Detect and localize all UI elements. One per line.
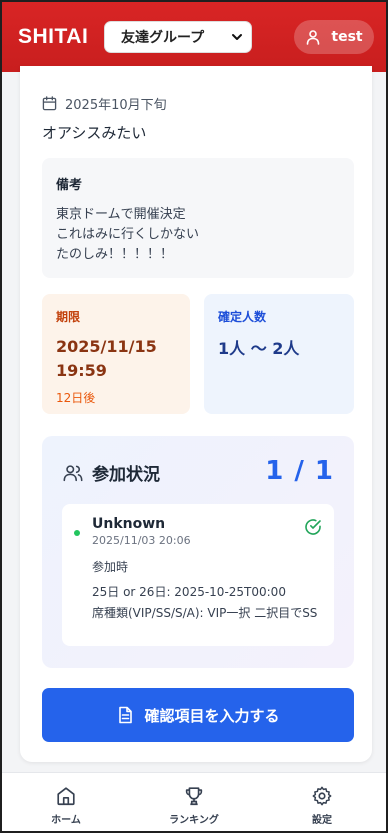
app-frame: SHITAI 友達グループ test 2025年10月下旬 オアシスみたい 備考… [0, 0, 388, 833]
notes-label: 備考 [56, 178, 83, 193]
participation-count: 1 / 1 [265, 456, 334, 486]
event-date: 2025年10月下旬 [65, 98, 167, 113]
user-icon [307, 30, 320, 45]
deadline-label: 期限 [56, 310, 81, 324]
nav-home-label: ホーム [51, 815, 81, 826]
member-timestamp: 2025/11/03 20:06 [92, 534, 191, 547]
nav-home[interactable]: ホーム [2, 773, 130, 831]
confirmed-count-label: 確定人数 [218, 310, 267, 324]
user-name: test [331, 29, 363, 45]
deadline-relative: 12日後 [56, 391, 96, 405]
member-answer: 席種類(VIP/SS/S/A): VIP一択 二択目でSS [92, 606, 318, 620]
app-header: SHITAI 友達グループ test [2, 2, 386, 72]
notes-line: 東京ドームで開催決定 [56, 207, 186, 222]
check-circle-icon [305, 519, 321, 535]
users-icon [63, 464, 83, 481]
gear-icon [312, 786, 332, 806]
home-icon [57, 787, 75, 806]
member-card[interactable]: Unknown 2025/11/03 20:06 参加時 25日 or 26日:… [62, 504, 334, 646]
user-menu-button[interactable]: test [294, 20, 374, 54]
deadline-time: 19:59 [56, 361, 107, 380]
participation-panel: 参加状況 1 / 1 Unknown 2025/11/03 20:06 参加時 … [42, 436, 354, 668]
nav-ranking-label: ランキング [169, 815, 219, 826]
member-section-label: 参加時 [92, 560, 129, 574]
participation-header: 参加状況 [62, 460, 160, 485]
nav-settings-label: 設定 [312, 815, 332, 826]
enter-confirmation-label: 確認項目を入力する [144, 706, 280, 725]
event-card: 2025年10月下旬 オアシスみたい 備考 東京ドームで開催決定 これはみに行く… [20, 66, 372, 762]
app-logo[interactable]: SHITAI [18, 25, 88, 49]
bottom-nav: ホーム ランキング 設定 [2, 772, 386, 831]
group-select-value: 友達グループ [121, 30, 205, 46]
trophy-icon [185, 787, 203, 806]
document-icon [119, 706, 133, 724]
member-name: Unknown [92, 516, 166, 532]
calendar-icon [42, 96, 57, 111]
group-select[interactable]: 友達グループ [104, 21, 252, 53]
participation-title: 参加状況 [92, 465, 160, 485]
notes-line: たのしみ！！！！！ [56, 247, 174, 262]
confirmed-count-box: 確定人数 1人 〜 2人 [204, 294, 354, 414]
chevron-down-icon [232, 34, 242, 40]
deadline-box: 期限 2025/11/15 19:59 12日後 [42, 294, 190, 414]
event-date-row: 2025年10月下旬 [42, 94, 167, 113]
deadline-date: 2025/11/15 [56, 337, 157, 356]
enter-confirmation-button[interactable]: 確認項目を入力する [42, 688, 354, 742]
online-status-dot [74, 530, 80, 536]
event-title: オアシスみたい [42, 124, 147, 142]
notes-line: これはみに行くしかない [56, 227, 200, 242]
nav-settings[interactable]: 設定 [258, 773, 386, 831]
member-answer: 25日 or 26日: 2025-10-25T00:00 [92, 585, 286, 599]
nav-ranking[interactable]: ランキング [130, 773, 258, 831]
confirmed-count-value: 1人 〜 2人 [218, 339, 300, 358]
notes-box: 備考 東京ドームで開催決定 これはみに行くしかない たのしみ！！！！！ [42, 158, 354, 278]
